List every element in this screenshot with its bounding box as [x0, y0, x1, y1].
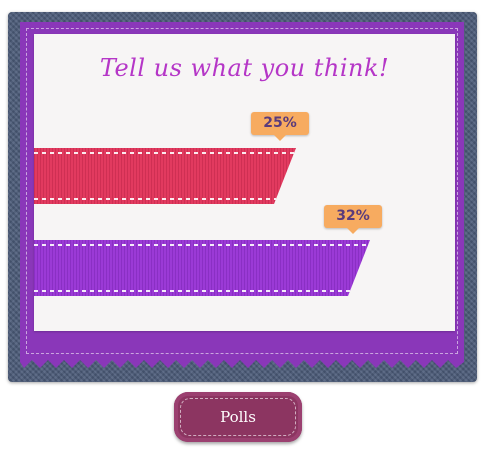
- poll-bar-option-1: [34, 148, 296, 204]
- poll-card: Tell us what you think! 25% 32%: [34, 34, 455, 331]
- percent-badge-option-1: 25%: [251, 112, 309, 141]
- percent-badge-option-2: 32%: [324, 205, 382, 234]
- polls-button[interactable]: Polls: [174, 392, 302, 442]
- poll-bar-option-2: [34, 240, 370, 296]
- poll-title: Tell us what you think!: [99, 54, 390, 82]
- polls-button-label: Polls: [220, 408, 256, 426]
- zigzag-edge: [20, 356, 464, 368]
